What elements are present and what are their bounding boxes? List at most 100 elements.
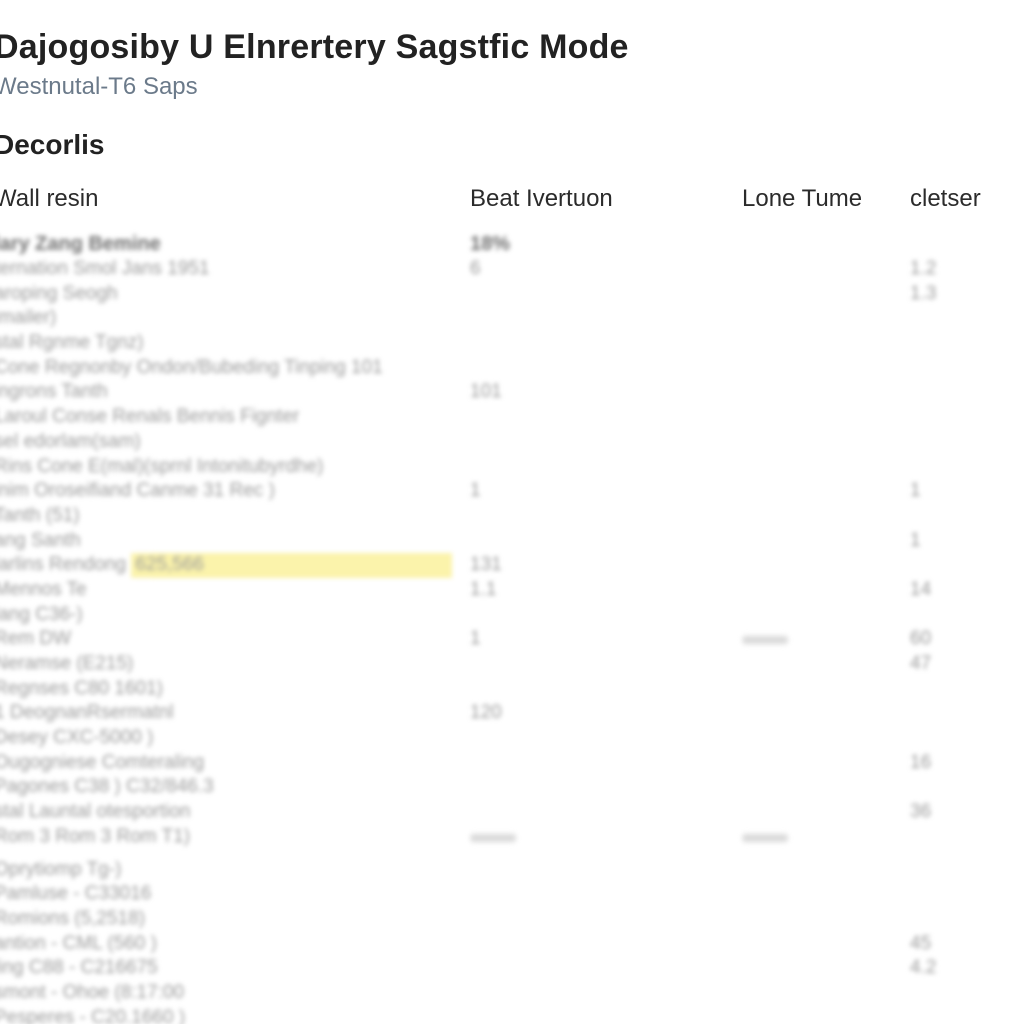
table-row: Pamluse - C33016 [0,882,1024,907]
cell-wall-resin: Rins Cone E(mal)(sprnl Intonitubyrdhe) [0,455,470,480]
cell-c4 [910,380,1024,405]
cell-wall-resin: imailer) [0,306,470,331]
cell-c3 [742,701,910,726]
cell-c4: 1 [910,479,1024,504]
cell-c4 [910,306,1024,331]
cell-c4: 60 [910,627,1024,652]
cell-c3 [742,981,910,1006]
cell-text: larlins Rendong [0,554,131,575]
cell-c2 [470,858,742,883]
table-row: lary Zang Bemine18% [0,231,1024,257]
cell-wall-resin: Ougogniese Comteraling [0,751,470,776]
table-row: Neramse (E215)47 [0,652,1024,677]
cell-c4 [910,981,1024,1006]
cell-wall-resin: aroping Seogh [0,282,470,307]
cell-c3 [742,825,910,850]
cell-c3 [742,627,910,652]
cell-c2 [470,907,742,932]
cell-c3 [742,455,910,480]
cell-wall-resin: ingrons Tanth [0,380,470,405]
cell-wall-resin: Pamluse - C33016 [0,882,470,907]
table-row: lnim Oroseifiand Canme 31 Rec )11 [0,479,1024,504]
dash-icon [470,834,516,842]
cell-c2 [470,800,742,825]
table-row: Cone Regnonby Ondon/Bubeding Tinping 101 [0,356,1024,381]
cell-c2: 1.1 [470,578,742,603]
cell-wall-resin: ang Santh [0,529,470,554]
cell-wall-resin: stal Launtal otesportion [0,800,470,825]
cell-c4 [910,504,1024,529]
cell-c2: 120 [470,701,742,726]
cell-c2 [470,956,742,981]
table-row: Rins Cone E(mal)(sprnl Intonitubyrdhe) [0,455,1024,480]
cell-c2 [470,455,742,480]
cell-c3 [742,775,910,800]
cell-c4: 1 [910,529,1024,554]
cell-wall-resin: sel edorlam(sam) [0,430,470,455]
col-header-wall-resin: Wall resin [0,179,470,231]
table-row [0,850,1024,858]
table-row: lang C36-) [0,603,1024,628]
cell-c3 [742,907,910,932]
table-row: Rem DW160 [0,627,1024,652]
cell-c2 [470,529,742,554]
cell-c2 [470,751,742,776]
table-row: Pagones C38 ) C32/846.3 [0,775,1024,800]
page-title: Dajogosiby U Elnrertery Sagstfic Mode [0,28,1024,67]
cell-c2 [470,504,742,529]
cell-c2 [470,882,742,907]
cell-wall-resin: Neramse (E215) [0,652,470,677]
cell-c4: 1.3 [910,282,1024,307]
table-row: stal Rgnme Tgnz) [0,331,1024,356]
table-row: Oprytiomp Tg-) [0,858,1024,883]
cell-c3 [742,726,910,751]
cell-wall-resin: Pagones C38 ) C32/846.3 [0,775,470,800]
table-row: Pesperes - C20.1660 ) [0,1006,1024,1024]
cell-c4 [910,726,1024,751]
cell-c2 [470,981,742,1006]
table-row: ling C88 - C2166754.2 [0,956,1024,981]
cell-c4 [910,356,1024,381]
cell-wall-resin: Tanth (51) [0,504,470,529]
cell-c3 [742,603,910,628]
cell-c3 [742,231,910,257]
cell-c4 [910,775,1024,800]
table-row: 1 DeognanRsermatnl120 [0,701,1024,726]
cell-c3 [742,800,910,825]
cell-wall-resin: lang C36-) [0,603,470,628]
cell-c2 [470,677,742,702]
cell-c3 [742,882,910,907]
data-table: Wall resin Beat Ivertuon Lone Tume clets… [0,179,1024,1024]
cell-c3 [742,331,910,356]
cell-c3 [742,553,910,578]
table-row: Mennos Te1.1 14 [0,578,1024,603]
cell-c4 [910,553,1024,578]
table-row: Romions (5,2518) [0,907,1024,932]
cell-wall-resin: Pesperes - C20.1660 ) [0,1006,470,1024]
col-header-lone-tume: Lone Tume [742,179,910,231]
cell-c2: 18% [470,231,742,257]
cell-c3 [742,578,910,603]
table-row: Ougogniese Comteraling16 [0,751,1024,776]
cell-c3 [742,1006,910,1024]
cell-c2 [470,932,742,957]
page-subtitle: Westnutal-T6 Saps [0,73,1024,101]
cell-wall-resin: Oprytiomp Tg-) [0,858,470,883]
cell-c3 [742,356,910,381]
cell-c4: 1.2 [910,257,1024,282]
cell-c3 [742,932,910,957]
cell-wall-resin: stal Rgnme Tgnz) [0,331,470,356]
cell-c2: 6 [470,257,742,282]
table-row: sel edorlam(sam) [0,430,1024,455]
cell-wall-resin: Rem DW [0,627,470,652]
cell-wall-resin: Mennos Te [0,578,470,603]
cell-wall-resin: 1 DeognanRsermatnl [0,701,470,726]
cell-wall-resin: Rom 3 Rom 3 Rom T1) [0,825,470,850]
table-row: Desey CXC-5000 ) [0,726,1024,751]
table-header-row: Wall resin Beat Ivertuon Lone Tume clets… [0,179,1024,231]
highlighted-value: 625,566 [131,553,208,578]
cell-c2 [470,775,742,800]
cell-c4: 4.2 [910,956,1024,981]
cell-c4: 14 [910,578,1024,603]
cell-wall-resin: Laroul Conse Renals Bennis Fignter [0,405,470,430]
